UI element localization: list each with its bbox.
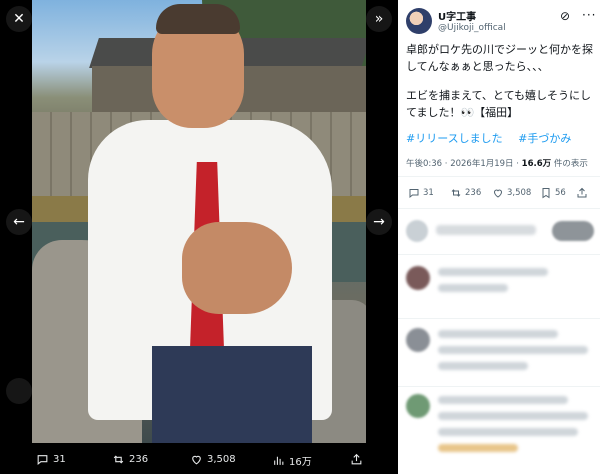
author-handle[interactable]: @Ujikoji_offical — [438, 23, 506, 33]
media-options-button[interactable] — [6, 378, 32, 404]
like-count: 3,508 — [507, 188, 532, 198]
divider — [398, 176, 600, 177]
reply-count: 31 — [423, 188, 434, 198]
heart-icon — [493, 189, 503, 198]
viewer-repost-button[interactable]: 236 — [112, 453, 148, 466]
viewer-reply-button[interactable]: 31 — [36, 453, 66, 466]
viewer-reply-count: 31 — [53, 454, 66, 465]
share-button[interactable] — [576, 187, 588, 199]
expand-panel-button[interactable]: » — [366, 6, 392, 32]
viewer-action-bar: 31 236 3,508 16万 — [0, 446, 398, 474]
tweet-author: U字工事 @Ujikoji_offical ⊘ ··· — [406, 6, 596, 36]
reply-item[interactable] — [406, 394, 596, 464]
arrow-right-icon: → — [373, 214, 385, 230]
media-viewer: ✕ » ← → 31 236 3,508 16万 — [0, 0, 398, 474]
repost-icon — [451, 189, 461, 197]
reply-item[interactable] — [406, 266, 596, 314]
view-count-label: 件の表示 — [551, 159, 588, 169]
viewer-views-count: 16万 — [289, 457, 312, 468]
arrow-left-icon: ← — [13, 214, 25, 230]
repost-button[interactable]: 236 — [450, 187, 481, 199]
tweet-detail-panel: U字工事 @Ujikoji_offical ⊘ ··· 卓郎がロケ先の川でジーッ… — [398, 0, 600, 474]
avatar — [406, 328, 430, 352]
divider — [398, 386, 600, 387]
heart-icon — [192, 455, 201, 465]
hashtag-link[interactable]: #リリースしました — [406, 132, 503, 145]
next-media-button[interactable]: → — [366, 209, 392, 235]
divider — [398, 318, 600, 319]
hashtags: #リリースしました #手づかみ — [406, 130, 583, 146]
bar-chart-icon — [274, 456, 284, 465]
bookmark-button[interactable]: 56 — [540, 187, 566, 199]
avatar[interactable] — [406, 8, 432, 34]
viewer-like-button[interactable]: 3,508 — [190, 453, 236, 466]
tweet-meta: 午後0:36 · 2026年1月19日 · 16.6万 件の表示 — [406, 157, 588, 169]
tweet-photo[interactable] — [32, 0, 366, 443]
view-count: 16.6万 — [521, 159, 552, 169]
reply-submit-button[interactable] — [552, 221, 594, 241]
repost-icon — [113, 455, 124, 464]
more-icon[interactable]: ··· — [582, 8, 596, 22]
repost-count: 236 — [465, 188, 482, 198]
avatar — [406, 220, 428, 242]
close-button[interactable]: ✕ — [6, 6, 32, 32]
reply-item[interactable] — [406, 328, 596, 382]
chevrons-right-icon: » — [374, 11, 384, 27]
share-icon — [577, 187, 587, 198]
reply-input[interactable] — [436, 225, 536, 235]
divider — [398, 208, 600, 209]
previous-media-button[interactable]: ← — [6, 209, 32, 235]
tweet-timestamp[interactable]: 午後0:36 · 2026年1月19日 · — [406, 159, 522, 169]
avatar — [406, 394, 430, 418]
author-name[interactable]: U字工事 — [438, 8, 476, 23]
bookmark-icon — [542, 188, 550, 199]
divider — [398, 254, 600, 255]
grok-icon[interactable]: ⊘ — [560, 9, 570, 23]
tweet-text-line: 卓郎がロケ先の川でジーッと何かを探してんなぁぁと思ったら、、、 — [406, 43, 593, 73]
close-icon: ✕ — [13, 11, 25, 27]
comment-icon — [409, 189, 419, 199]
comment-icon — [37, 455, 48, 465]
viewer-like-count: 3,508 — [207, 454, 236, 465]
bookmark-count: 56 — [555, 188, 566, 198]
share-icon — [351, 453, 362, 465]
like-button[interactable]: 3,508 — [492, 187, 531, 199]
viewer-views-button[interactable]: 16万 — [272, 453, 312, 468]
viewer-repost-count: 236 — [129, 454, 149, 465]
tweet-text: 卓郎がロケ先の川でジーッと何かを探してんなぁぁと思ったら、、、 エビを捕まえて、… — [406, 41, 596, 133]
avatar — [406, 266, 430, 290]
viewer-share-button[interactable] — [350, 453, 363, 466]
reply-composer — [406, 217, 596, 245]
reply-button[interactable]: 31 — [408, 187, 434, 199]
tweet-text-line: エビを捕まえて、とても嬉しそうにしてました！👀【福田】 — [406, 89, 592, 119]
tweet-action-bar: 31 236 3,508 56 — [398, 182, 600, 206]
hashtag-link[interactable]: #手づかみ — [518, 132, 571, 145]
